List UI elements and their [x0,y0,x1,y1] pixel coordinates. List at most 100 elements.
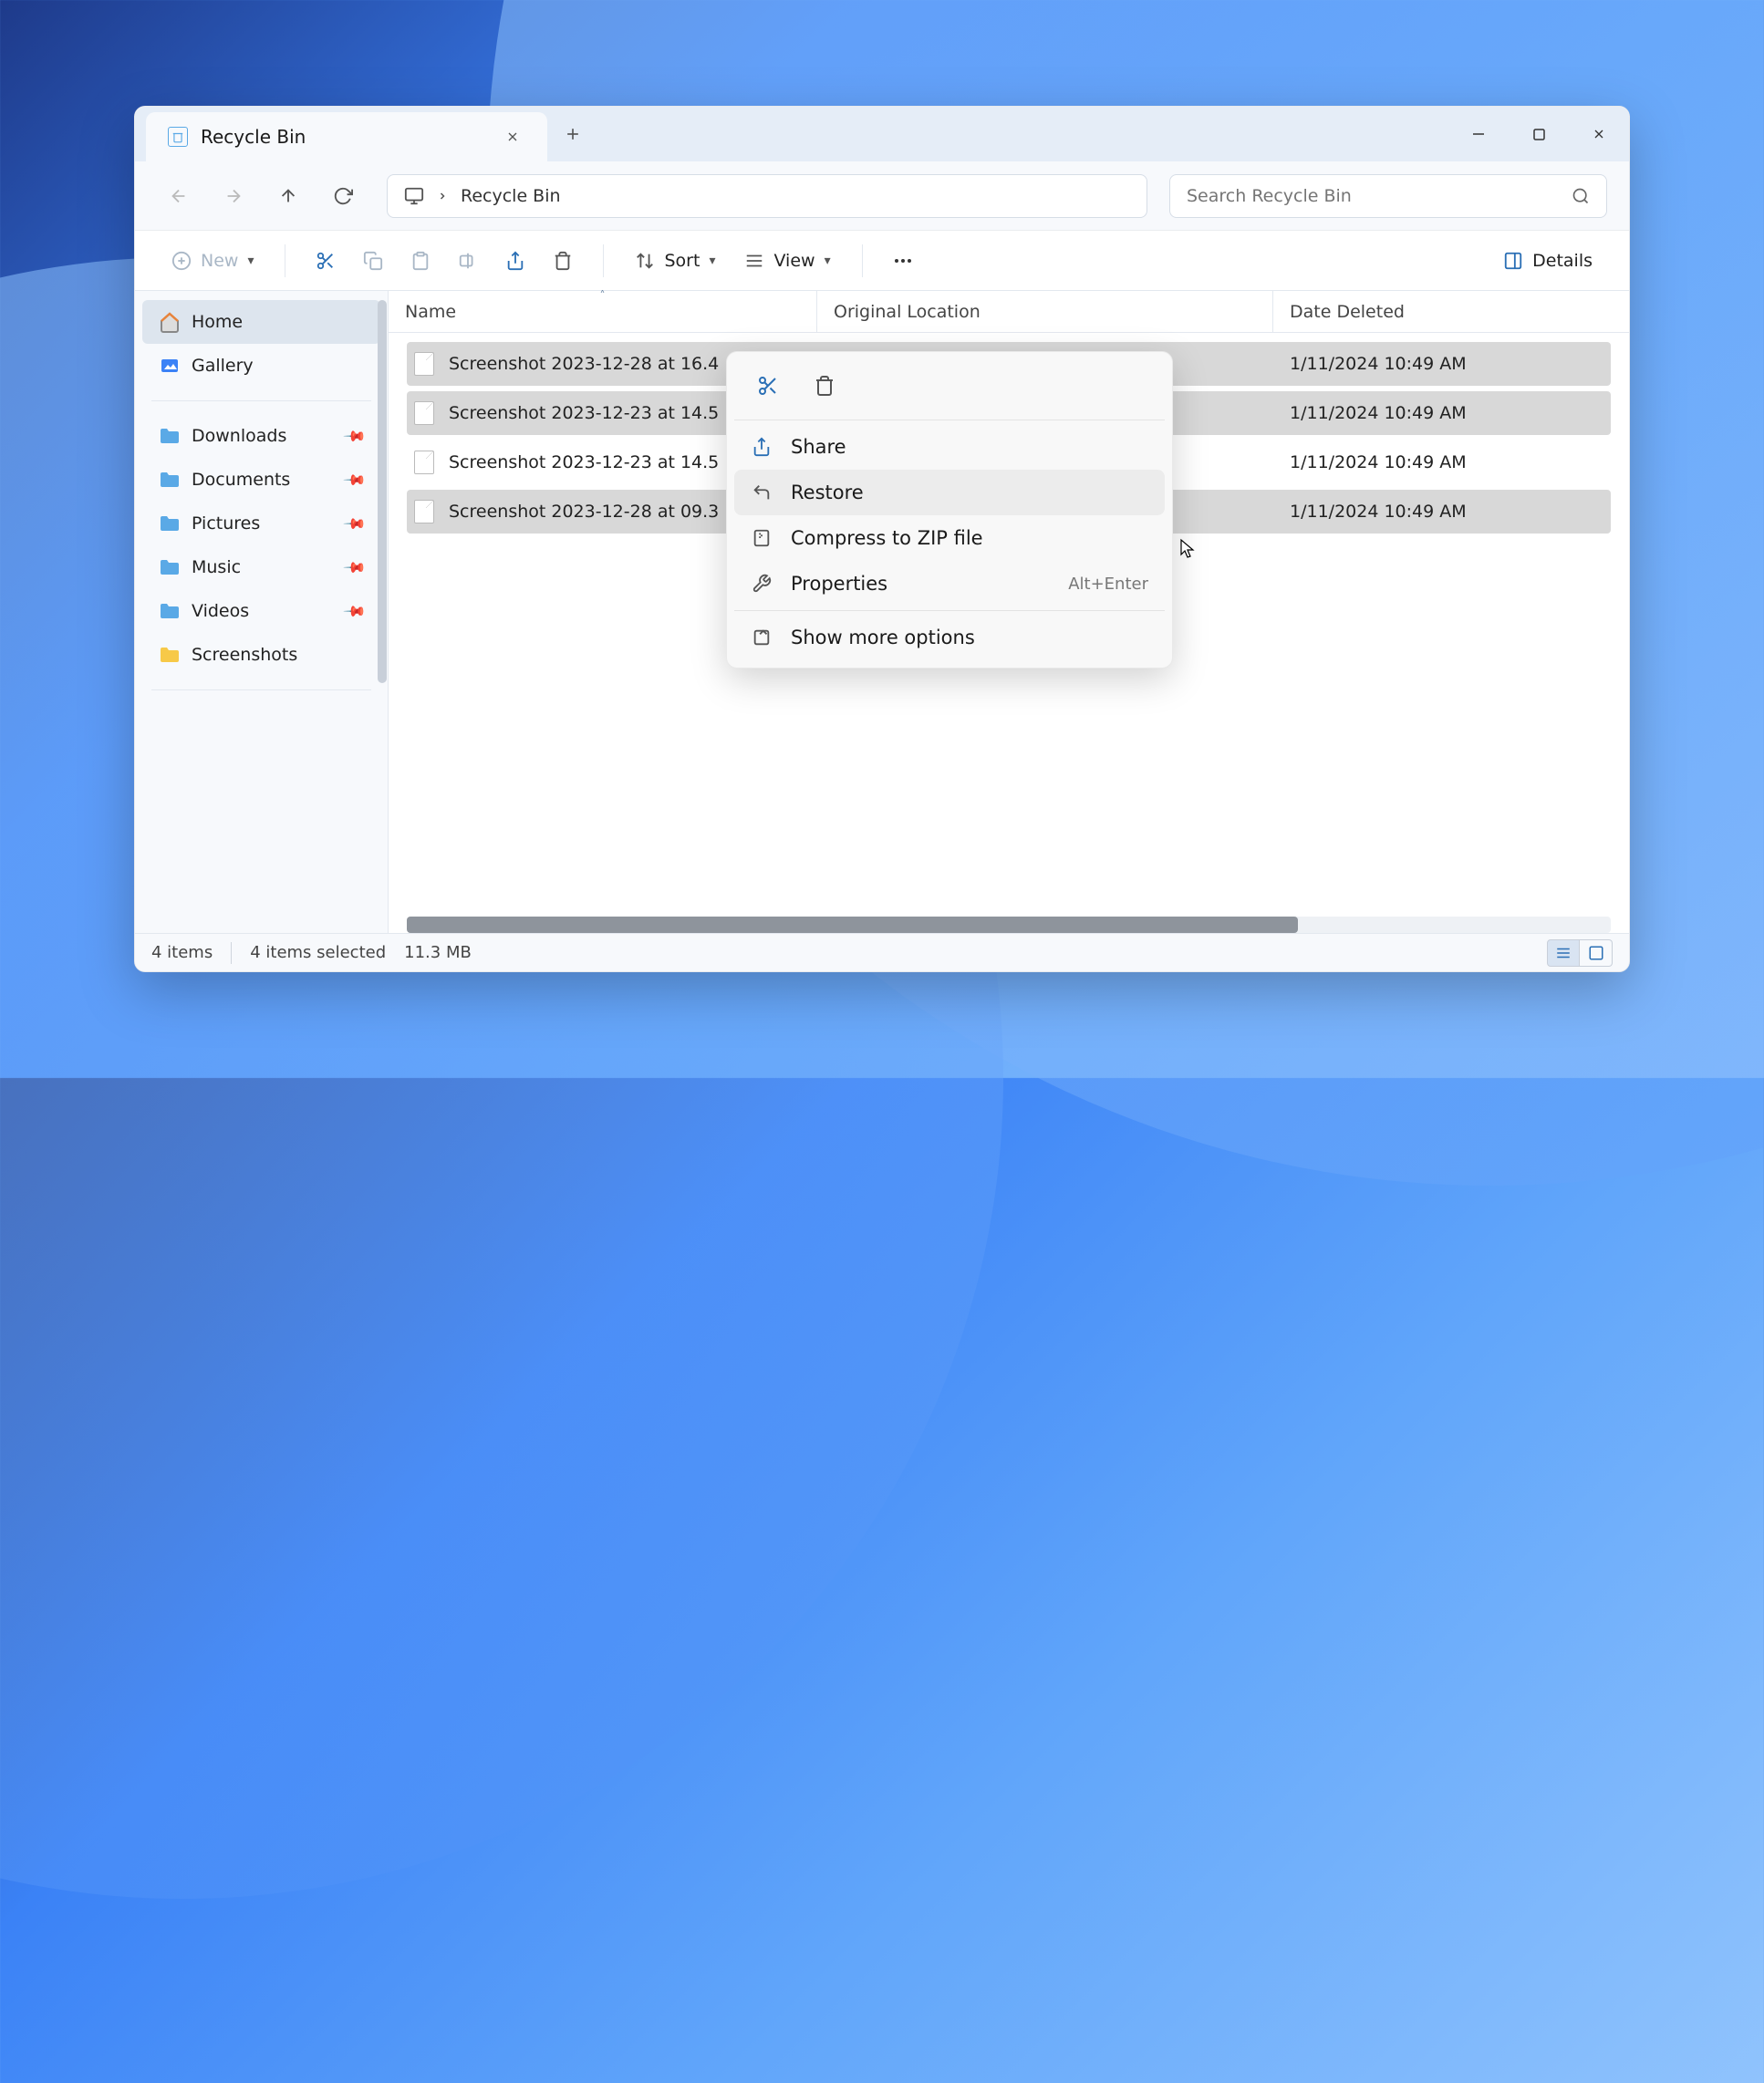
chevron-down-icon: ▾ [825,254,831,268]
sort-indicator-icon: ˄ [600,289,606,302]
sidebar-item-music[interactable]: Music 📌 [142,545,380,589]
sidebar-separator [151,689,371,690]
close-button[interactable] [1569,109,1629,159]
chevron-down-icon: ▾ [709,254,715,268]
rename-button[interactable] [448,241,488,281]
ctx-compress[interactable]: Compress to ZIP file [734,515,1165,561]
sidebar: Home Gallery Downloads 📌 Docum [135,291,389,933]
statusbar: 4 items 4 items selected 11.3 MB [135,933,1629,971]
home-icon [159,311,181,333]
folder-icon [159,514,181,533]
up-button[interactable] [266,174,310,218]
sidebar-item-label: Screenshots [192,645,297,665]
chevron-down-icon: ▾ [247,254,254,268]
sidebar-item-label: Downloads [192,426,286,446]
sidebar-item-downloads[interactable]: Downloads 📌 [142,414,380,458]
scrollbar-thumb[interactable] [407,917,1298,933]
column-headers: Name ˄ Original Location Date Deleted [389,291,1629,333]
column-date-deleted[interactable]: Date Deleted [1273,291,1629,332]
ctx-delete-button[interactable] [807,368,842,403]
ctx-properties[interactable]: Properties Alt+Enter [734,561,1165,606]
sidebar-item-pictures[interactable]: Pictures 📌 [142,502,380,545]
search-icon [1572,187,1590,205]
status-selection: 4 items selected [250,943,386,962]
sort-button[interactable]: Sort ▾ [624,241,726,281]
search-box[interactable] [1169,174,1607,218]
ctx-share[interactable]: Share [734,424,1165,470]
restore-icon [751,482,773,503]
new-tab-button[interactable] [547,125,598,143]
tab-title: Recycle Bin [201,126,306,148]
sidebar-item-screenshots[interactable]: Screenshots [142,633,380,677]
sidebar-item-home[interactable]: Home [142,300,380,344]
tab-recycle-bin[interactable]: Recycle Bin [146,112,547,161]
column-original-location[interactable]: Original Location [817,291,1273,332]
wrench-icon [751,574,773,594]
navbar: Recycle Bin [135,161,1629,231]
ctx-separator [734,610,1165,611]
context-menu: Share Restore Compress to ZIP file [726,351,1173,668]
file-icon [414,352,434,376]
maximize-button[interactable] [1509,109,1569,159]
chevron-right-icon [437,191,448,202]
horizontal-scrollbar[interactable] [407,917,1611,933]
paste-button[interactable] [400,241,441,281]
breadcrumb[interactable]: Recycle Bin [387,174,1147,218]
toolbar-divider [862,244,863,277]
forward-button[interactable] [212,174,255,218]
status-separator [231,942,232,964]
file-explorer-window: Recycle Bin [134,106,1630,972]
refresh-button[interactable] [321,174,365,218]
file-icon [414,401,434,425]
titlebar: Recycle Bin [135,107,1629,161]
sidebar-separator [151,400,371,401]
toolbar-divider [603,244,604,277]
ctx-restore[interactable]: Restore [734,470,1165,515]
pc-icon [404,186,424,206]
search-input[interactable] [1187,186,1572,206]
content-area: Home Gallery Downloads 📌 Docum [135,291,1629,933]
window-controls [1448,109,1629,159]
gallery-icon [159,355,181,377]
details-pane-button[interactable]: Details [1492,241,1603,281]
zip-icon [751,528,773,548]
folder-icon [159,558,181,576]
copy-button[interactable] [353,241,393,281]
sidebar-item-label: Pictures [192,513,260,534]
folder-icon [159,602,181,620]
view-button[interactable]: View ▾ [733,241,841,281]
view-toggle-details[interactable] [1547,939,1580,967]
pin-icon: 📌 [342,554,368,580]
toolbar: New ▾ Sort ▾ View ▾ [135,231,1629,291]
back-button[interactable] [157,174,201,218]
column-name[interactable]: Name ˄ [389,291,817,332]
more-button[interactable] [883,241,923,281]
file-icon [414,451,434,474]
new-button[interactable]: New ▾ [161,241,265,281]
folder-icon [159,471,181,489]
sidebar-item-documents[interactable]: Documents 📌 [142,458,380,502]
breadcrumb-location[interactable]: Recycle Bin [461,186,561,206]
pin-icon: 📌 [342,467,368,492]
sidebar-item-label: Home [192,312,243,332]
folder-icon [159,427,181,445]
recycle-bin-icon [168,127,188,147]
pin-icon: 📌 [342,511,368,536]
sidebar-item-label: Music [192,557,241,577]
pin-icon: 📌 [342,598,368,624]
ctx-show-more[interactable]: Show more options [734,615,1165,660]
cut-button[interactable] [306,241,346,281]
status-size: 11.3 MB [404,943,472,962]
tab-close-button[interactable] [500,124,525,150]
sidebar-scrollbar[interactable] [378,300,387,683]
share-button[interactable] [495,241,535,281]
delete-button[interactable] [543,241,583,281]
keyboard-shortcut: Alt+Enter [1068,575,1148,594]
minimize-button[interactable] [1448,109,1509,159]
view-toggle-thumbnails[interactable] [1580,939,1613,967]
pin-icon: 📌 [342,423,368,449]
sidebar-item-label: Videos [192,601,249,621]
sidebar-item-gallery[interactable]: Gallery [142,344,380,388]
ctx-cut-button[interactable] [751,368,785,403]
sidebar-item-videos[interactable]: Videos 📌 [142,589,380,633]
